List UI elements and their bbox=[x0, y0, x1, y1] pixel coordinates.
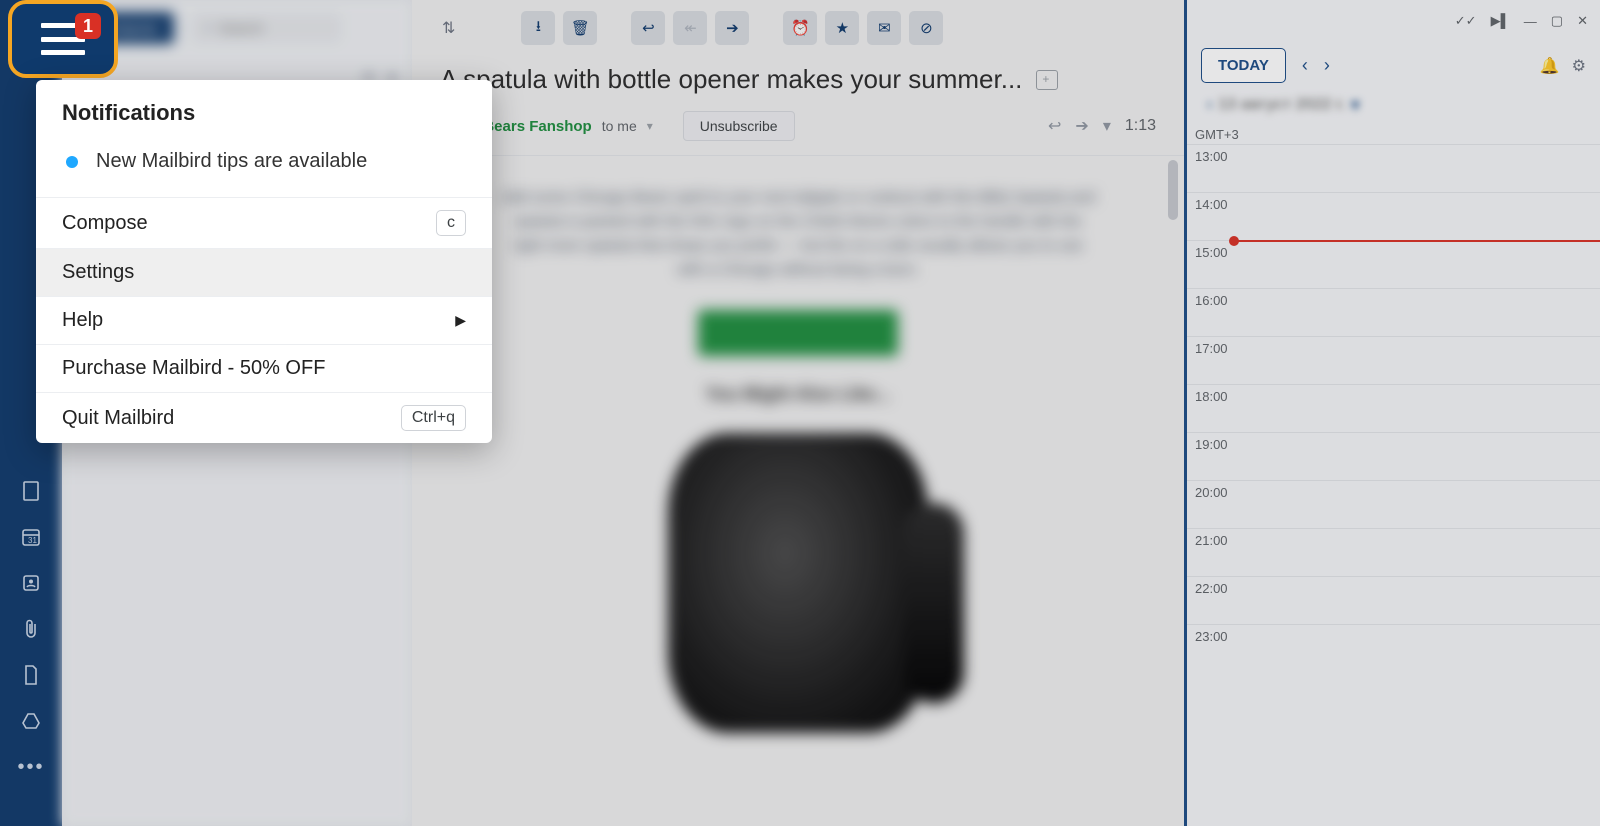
current-time-line bbox=[1233, 240, 1600, 242]
submenu-caret-icon: ▶ bbox=[455, 312, 466, 329]
mail-subject: A spatula with bottle opener makes your … bbox=[440, 64, 1022, 95]
reply-all-button[interactable]: ↞ bbox=[673, 11, 707, 45]
hamburger-icon: 1 bbox=[41, 23, 85, 55]
menu-item-compose[interactable]: Compose c bbox=[36, 197, 492, 248]
move-to-folder-icon[interactable] bbox=[1036, 70, 1058, 90]
maximize-button[interactable]: ▢ bbox=[1551, 13, 1563, 29]
mail-time: 1:13 bbox=[1125, 117, 1156, 135]
notification-item[interactable]: New Mailbird tips are available bbox=[62, 144, 466, 187]
hamburger-menu: Notifications New Mailbird tips are avai… bbox=[36, 80, 492, 443]
calendar-hour-row[interactable]: 13:00 bbox=[1187, 144, 1600, 192]
prev-day-button[interactable]: ‹ bbox=[1302, 55, 1308, 76]
hour-label: 22:00 bbox=[1187, 577, 1241, 596]
mark-read-button[interactable]: ✉ bbox=[867, 11, 901, 45]
panel-toggle-icon[interactable]: ▶▌ bbox=[1491, 13, 1510, 29]
search-input[interactable]: ⌕ bbox=[192, 13, 341, 43]
gear-icon[interactable]: ⚙ bbox=[1572, 56, 1586, 76]
calendar-pane: ✓✓ ▶▌ — ▢ ✕ TODAY ‹ › 🔔 ⚙ ‹ 13 август 20… bbox=[1184, 0, 1600, 826]
attachments-icon[interactable] bbox=[20, 618, 42, 640]
drive-icon[interactable] bbox=[20, 710, 42, 732]
contacts-icon[interactable] bbox=[20, 572, 42, 594]
calendar-hour-row[interactable]: 21:00 bbox=[1187, 528, 1600, 576]
message-pane: ⇅ ⭳ 🗑 ↩ ↞ ➔ ⏰ ★ ✉ ⊘ A spatula with bottl… bbox=[412, 0, 1184, 826]
timezone-label: GMT+3 bbox=[1187, 121, 1600, 144]
calendar-hour-row[interactable]: 23:00 bbox=[1187, 624, 1600, 672]
read-receipts-icon[interactable]: ✓✓ bbox=[1455, 13, 1477, 29]
calendar-hour-row[interactable]: 20:00 bbox=[1187, 480, 1600, 528]
star-button[interactable]: ★ bbox=[825, 11, 859, 45]
hour-label: 20:00 bbox=[1187, 481, 1241, 500]
shortcut-badge: Ctrl+q bbox=[401, 405, 466, 431]
menu-item-label: Purchase Mailbird - 50% OFF bbox=[62, 357, 325, 380]
calendar-hour-row[interactable]: 15:00 bbox=[1187, 240, 1600, 288]
document-icon[interactable] bbox=[20, 480, 42, 502]
calendar-hour-row[interactable]: 19:00 bbox=[1187, 432, 1600, 480]
forward-icon[interactable]: ➔ bbox=[1075, 116, 1088, 136]
calendar-hour-row[interactable]: 14:00 bbox=[1187, 192, 1600, 240]
current-time-dot bbox=[1229, 236, 1239, 246]
page-icon[interactable] bbox=[20, 664, 42, 686]
forward-button[interactable]: ➔ bbox=[715, 11, 749, 45]
menu-item-quit-mailbird[interactable]: Quit Mailbird Ctrl+q bbox=[36, 392, 492, 443]
notification-dot-icon bbox=[66, 156, 78, 168]
calendar-date[interactable]: ‹ 13 август 2022 г. ▾ bbox=[1187, 89, 1600, 121]
chevron-down-icon[interactable]: ▾ bbox=[647, 119, 653, 133]
download-button[interactable]: ⭳ bbox=[521, 11, 555, 45]
today-button[interactable]: TODAY bbox=[1201, 48, 1286, 83]
more-icon[interactable]: ••• bbox=[17, 756, 44, 779]
search-field[interactable] bbox=[219, 20, 329, 36]
product-image bbox=[668, 433, 928, 733]
menu-item-label: Settings bbox=[62, 261, 134, 284]
sort-icon[interactable]: ⇅ bbox=[442, 18, 455, 38]
spam-button[interactable]: ⊘ bbox=[909, 11, 943, 45]
hour-label: 17:00 bbox=[1187, 337, 1241, 356]
unsubscribe-button[interactable]: Unsubscribe bbox=[683, 111, 795, 141]
menu-title: Notifications bbox=[62, 100, 466, 126]
hour-label: 14:00 bbox=[1187, 193, 1241, 212]
delete-button[interactable]: 🗑 bbox=[563, 11, 597, 45]
search-icon: ⌕ bbox=[204, 19, 213, 37]
mail-body: Add some Chicago Bears spirit to your ne… bbox=[412, 156, 1184, 763]
calendar-hour-row[interactable]: 17:00 bbox=[1187, 336, 1600, 384]
calendar-grid[interactable]: 13:00 14:00 15:0016:00 17:00 18:00 19:00 20:00… bbox=[1187, 144, 1600, 826]
hour-label: 13:00 bbox=[1187, 145, 1241, 164]
menu-item-label: Quit Mailbird bbox=[62, 407, 174, 430]
hour-label: 21:00 bbox=[1187, 529, 1241, 548]
minimize-button[interactable]: — bbox=[1524, 14, 1537, 29]
hour-label: 16:00 bbox=[1187, 289, 1241, 308]
menu-item-label: Compose bbox=[62, 212, 148, 235]
notification-badge: 1 bbox=[75, 13, 101, 39]
hamburger-button[interactable]: 1 bbox=[8, 0, 118, 78]
svg-text:31: 31 bbox=[28, 536, 37, 545]
menu-item-purchase-mailbird-off[interactable]: Purchase Mailbird - 50% OFF bbox=[36, 344, 492, 392]
hour-label: 18:00 bbox=[1187, 385, 1241, 404]
hour-label: 19:00 bbox=[1187, 433, 1241, 452]
menu-item-label: Help bbox=[62, 309, 103, 332]
chevron-down-icon[interactable]: ▾ bbox=[1103, 116, 1111, 136]
bell-icon[interactable]: 🔔 bbox=[1540, 56, 1560, 76]
calendar-hour-row[interactable]: 18:00 bbox=[1187, 384, 1600, 432]
hour-label: 23:00 bbox=[1187, 625, 1241, 644]
cta-button[interactable] bbox=[698, 310, 898, 356]
snooze-button[interactable]: ⏰ bbox=[783, 11, 817, 45]
reply-button[interactable]: ↩ bbox=[631, 11, 665, 45]
scrollbar-thumb[interactable] bbox=[1168, 160, 1178, 220]
calendar-hour-row[interactable]: 16:00 bbox=[1187, 288, 1600, 336]
close-button[interactable]: ✕ bbox=[1577, 13, 1588, 29]
recipient-label: to me bbox=[602, 118, 637, 134]
calendar-hour-row[interactable]: 22:00 bbox=[1187, 576, 1600, 624]
menu-item-settings[interactable]: Settings bbox=[36, 248, 492, 296]
calendar-icon[interactable]: 31 bbox=[20, 526, 42, 548]
menu-item-help[interactable]: Help ▶ bbox=[36, 296, 492, 344]
next-day-button[interactable]: › bbox=[1324, 55, 1330, 76]
reply-icon[interactable]: ↩ bbox=[1048, 116, 1061, 136]
shortcut-badge: c bbox=[436, 210, 466, 236]
